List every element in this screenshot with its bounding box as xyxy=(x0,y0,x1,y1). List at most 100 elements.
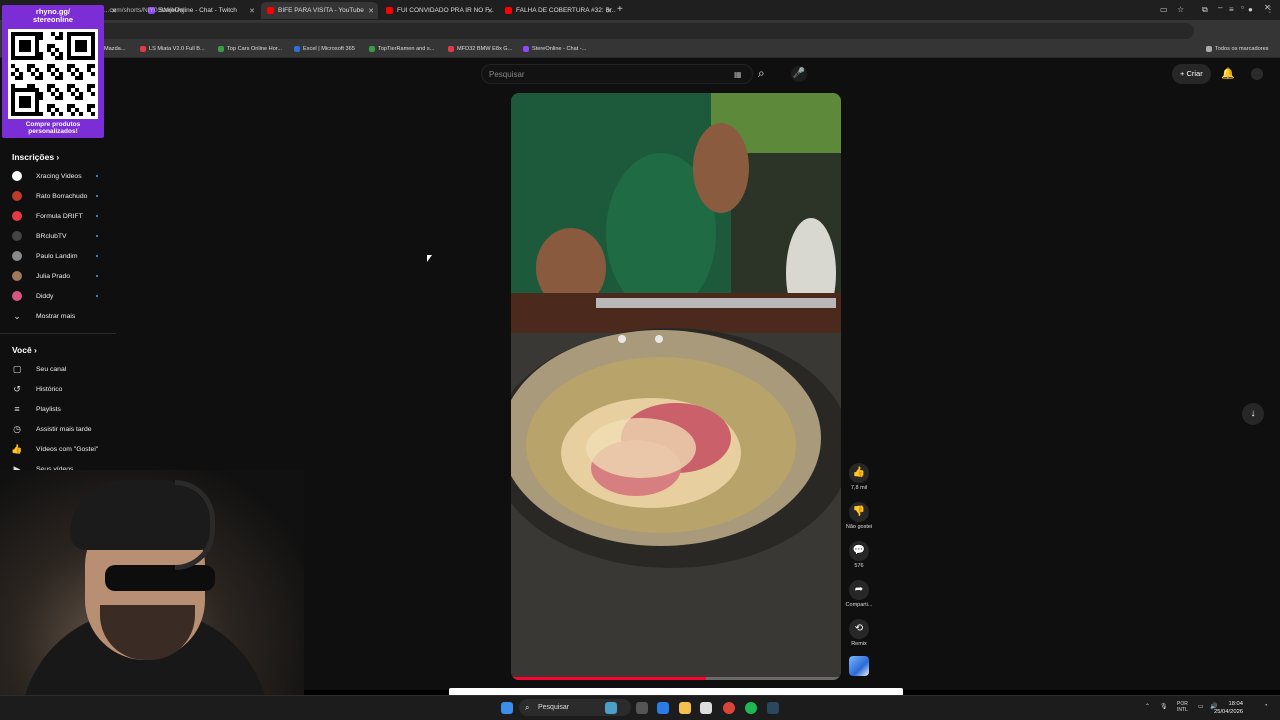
show-more-label: Mostrar mais xyxy=(36,312,76,320)
tray-chevron-icon[interactable]: ⌃ xyxy=(1145,703,1150,710)
edge-icon[interactable] xyxy=(657,702,669,714)
share-label: Comparti... xyxy=(845,602,873,608)
bookmark-star-icon[interactable]: ☆ xyxy=(1177,5,1184,14)
widget-icon[interactable] xyxy=(605,702,617,714)
bookmark-item[interactable]: TopTierRamen and s... xyxy=(369,46,434,52)
bookmark-item[interactable]: Top Cars Online Hor... xyxy=(218,46,282,52)
notifications-bell-icon[interactable]: 🔔 xyxy=(1221,67,1235,80)
sidebar-you-item[interactable]: 👍 Vídeos com "Gostei" xyxy=(0,441,118,457)
video-progress-bar[interactable] xyxy=(511,677,841,680)
keyboard-icon[interactable]: ▦ xyxy=(734,70,742,79)
channel-name: Xracing Videos xyxy=(36,172,82,180)
shorts-video-player[interactable] xyxy=(511,93,841,680)
tab-close-icon[interactable]: ✕ xyxy=(368,7,374,15)
tab-close-icon[interactable]: ✕ xyxy=(249,7,255,15)
browser-tab[interactable]: FALHA DE COBERTURA #32: Br... ✕ xyxy=(499,2,616,19)
qr-promo-overlay: rhyno.gg/ stereonline Compre produtos pe… xyxy=(2,5,104,138)
comment-count: 576 xyxy=(854,563,864,569)
audio-track-thumbnail[interactable] xyxy=(849,656,869,676)
bookmark-item[interactable]: StereOnline - Chat -... xyxy=(523,46,586,52)
minimize-button[interactable]: – xyxy=(1218,3,1222,12)
profile-icon[interactable]: ● xyxy=(1248,5,1253,14)
maximize-button[interactable]: ▫ xyxy=(1241,3,1244,12)
dislike-button[interactable]: 👎 Não gostei xyxy=(845,502,873,530)
search-icon[interactable]: ⌕ xyxy=(758,66,765,81)
bookmark-item[interactable]: MFD32 BMW E8x G... xyxy=(448,46,512,52)
extensions-icon[interactable]: ⧉ xyxy=(1202,5,1208,15)
task-view-icon[interactable] xyxy=(636,702,648,714)
sidebar-item-icon: ◷ xyxy=(13,424,21,434)
bookmark-label: Excel | Microsoft 365 xyxy=(303,46,355,52)
webcam-overlay xyxy=(0,470,304,720)
mic-tray-icon[interactable]: 🎙 xyxy=(1160,703,1168,710)
bookmark-item[interactable]: Excel | Microsoft 365 xyxy=(294,46,355,52)
search-placeholder: Pesquisar xyxy=(489,70,525,79)
menu-icon[interactable]: ⋮ xyxy=(1266,5,1274,14)
sidebar-channel-item[interactable]: Formula DRIFT xyxy=(0,208,118,224)
steam-icon[interactable] xyxy=(767,702,779,714)
new-content-dot xyxy=(96,275,98,277)
bookmark-label: LS Miata V2.0 Full B... xyxy=(149,46,205,52)
windows-start-icon[interactable] xyxy=(501,702,513,714)
tab-favicon-icon xyxy=(386,7,393,14)
sidebar-channel-item[interactable]: Rato Borrachudo xyxy=(0,188,118,204)
file-explorer-icon[interactable] xyxy=(679,702,691,714)
dislike-icon: 👎 xyxy=(849,502,869,522)
comments-button[interactable]: 💬 576 xyxy=(848,541,870,569)
bookmark-favicon-icon xyxy=(369,46,375,52)
channel-name: Formula DRIFT xyxy=(36,212,83,220)
remix-button[interactable]: ⟲ Remix xyxy=(848,619,870,647)
sidebar-channel-item[interactable]: Diddy xyxy=(0,288,118,304)
sidebar-channel-item[interactable]: Xracing Videos xyxy=(0,168,118,184)
microphone-icon[interactable]: 🎤 xyxy=(791,66,807,82)
browser-tab[interactable]: BIFE PARA VISITA - YouTube ✕ xyxy=(261,2,378,19)
new-content-dot xyxy=(96,195,98,197)
store-icon[interactable] xyxy=(700,702,712,714)
sidebar-you-item[interactable]: ▢ Seu canal xyxy=(0,361,118,377)
create-button[interactable]: + Criar xyxy=(1172,64,1211,84)
new-content-dot xyxy=(96,215,98,217)
subscriptions-section-title[interactable]: Inscrições › xyxy=(12,152,59,162)
browser-tab[interactable]: FUI CONVIDADO PRA IR NO F... ✕ xyxy=(380,2,497,19)
cast-icon[interactable]: ▭ xyxy=(1160,5,1168,14)
bookmark-item[interactable]: LS Miata V2.0 Full B... xyxy=(140,46,205,52)
channel-avatar xyxy=(12,171,22,181)
channel-avatar xyxy=(12,291,22,301)
spotify-icon[interactable] xyxy=(745,702,757,714)
bookmark-item[interactable]: Mazda... xyxy=(104,46,125,52)
tab-close-icon[interactable]: ✕ xyxy=(487,7,493,15)
sidebar-you-item[interactable]: ↺ Histórico xyxy=(0,381,118,397)
webcam-sunglasses xyxy=(105,565,215,591)
promo-url: rhyno.gg/ stereonline xyxy=(32,7,73,24)
sidebar-channel-item[interactable]: BRclubTV xyxy=(0,228,118,244)
taskbar-clock[interactable]: 18:04 25/04/2026 xyxy=(1214,700,1243,716)
network-icon[interactable]: ▭ xyxy=(1198,703,1204,710)
you-section-title[interactable]: Você › xyxy=(12,345,37,355)
promo-caption: Compre produtos personalizados! xyxy=(25,121,81,135)
notification-center-icon[interactable]: ◔ xyxy=(1264,703,1268,709)
sidebar-channel-item[interactable]: Paulo Landim xyxy=(0,248,118,264)
like-button[interactable]: 👍 7,8 mil xyxy=(848,463,870,491)
media-icon[interactable]: ≡ xyxy=(1229,5,1234,14)
sidebar-item-icon: ↺ xyxy=(13,384,21,394)
url-text[interactable]: ...com/shorts/NIY0SWIjMAg xyxy=(104,7,185,14)
channel-avatar xyxy=(12,211,22,221)
sidebar-divider xyxy=(0,333,116,334)
sidebar-you-item[interactable]: ≡ Playlists xyxy=(0,401,118,417)
sidebar-you-item[interactable]: ◷ Assistir mais tarde xyxy=(0,421,118,437)
share-button[interactable]: ➦ Comparti... xyxy=(845,580,873,608)
new-tab-button[interactable]: + xyxy=(617,4,623,15)
avatar[interactable] xyxy=(1251,68,1263,80)
language-indicator[interactable]: POR INTL xyxy=(1177,701,1188,713)
omnibox[interactable] xyxy=(96,23,1194,39)
sidebar-channel-item[interactable]: Julia Prado xyxy=(0,268,118,284)
chrome-icon[interactable] xyxy=(723,702,735,714)
show-more-subscriptions[interactable]: ⌄ Mostrar mais xyxy=(0,308,118,324)
all-bookmarks-folder[interactable]: Todos os marcadores xyxy=(1206,46,1268,52)
channel-avatar xyxy=(12,251,22,261)
new-content-dot xyxy=(96,235,98,237)
next-short-arrow-icon[interactable]: ↓ xyxy=(1242,403,1264,425)
tab-close-icon[interactable]: ✕ xyxy=(606,7,612,15)
bookmark-label: MFD32 BMW E8x G... xyxy=(457,46,513,52)
bookmark-label: Mazda... xyxy=(104,46,126,52)
